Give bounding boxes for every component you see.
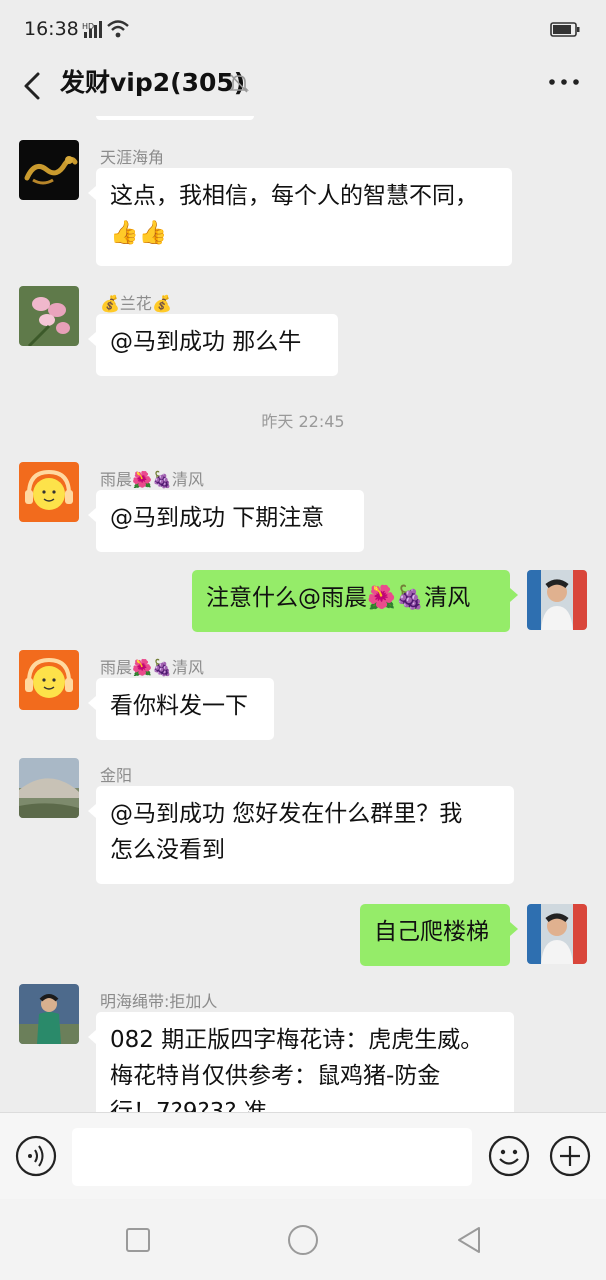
message-text: 这点，我相信，每个人的智慧不同， [110,183,478,209]
money-bag-icon: 💰 [151,294,172,313]
message-text: 怎么没看到 [110,837,225,863]
sender-name: 💰兰花💰 [100,294,172,313]
avatar[interactable] [19,286,79,346]
svg-text:HD: HD [82,22,94,31]
sender-name: 天涯海角 [100,148,165,167]
partial-bubble [96,116,254,120]
chat-header: 发财vip2(305) [0,60,606,116]
thumbs-up-icon: 👍👍 [110,219,168,246]
message-text: 注意什么@雨晨 [206,585,367,611]
money-bag-icon: 💰 [100,294,120,313]
more-icon[interactable] [546,70,582,94]
system-nav-bar [0,1199,606,1280]
sender-name: 雨晨🌺🍇清风 [100,658,204,677]
message-bubble[interactable]: @马到成功 您好发在什么群里？我 怎么没看到 [88,786,514,884]
recent-apps-icon[interactable] [125,1227,151,1253]
voice-icon[interactable] [15,1135,57,1177]
message-text: 行！7?9?3? 准 [110,1099,267,1112]
flower-grape-icon: 🌺🍇 [132,658,172,677]
message-bubble[interactable]: @马到成功 下期注意 [88,490,364,552]
message-bubble[interactable]: 看你料发一下 [88,678,274,740]
input-bar [0,1112,606,1199]
battery-icon [550,22,580,37]
back-nav-icon[interactable] [455,1225,483,1255]
flower-grape-icon: 🌺🍇 [132,470,172,489]
wifi-icon [107,20,129,38]
avatar[interactable] [19,650,79,710]
message-timestamp: 昨天 22:45 [261,412,345,431]
sender-name: 明海绳带:拒加人 [100,992,218,1011]
status-time: 16:38 [24,18,79,40]
message-bubble[interactable]: @马到成功 那么牛 [88,314,338,376]
flower-grape-icon: 🌺🍇 [367,585,425,611]
avatar[interactable] [19,140,79,200]
message-bubble-self[interactable]: 自己爬楼梯 [360,904,518,966]
message-bubble[interactable]: 082 期正版四字梅花诗：虎虎生威。 梅花特肖仅供参考：鼠鸡猪-防金 行！7?9… [88,1012,514,1112]
sender-name: 金阳 [100,766,133,785]
status-bar: 16:38 HD [0,0,606,60]
signal-icon: HD [82,21,102,38]
message-input[interactable] [72,1128,472,1186]
message-bubble[interactable]: 这点，我相信，每个人的智慧不同， 👍👍 [88,168,512,266]
chat-title: 发财vip2(305) [60,68,246,97]
message-text: @马到成功 您好发在什么群里？我 [110,801,463,827]
plus-icon[interactable] [549,1135,591,1177]
chat-message-list[interactable]: 天涯海角 这点，我相信，每个人的智慧不同， 👍👍 💰兰花💰 @马到成功 那么牛 … [0,116,606,1112]
message-text: 梅花特肖仅供参考：鼠鸡猪-防金 [110,1063,441,1089]
avatar[interactable] [19,758,79,818]
mute-bell-icon [229,74,249,93]
message-text: 看你料发一下 [110,693,248,719]
message-text: @马到成功 那么牛 [110,329,302,355]
avatar[interactable] [527,904,587,964]
message-text: 082 期正版四字梅花诗：虎虎生威。 [110,1027,484,1053]
emoji-icon[interactable] [488,1135,530,1177]
back-icon[interactable] [18,66,48,106]
message-bubble-self[interactable]: 注意什么@雨晨🌺🍇清风 [192,570,518,632]
message-text: @马到成功 下期注意 [110,505,325,531]
avatar[interactable] [527,570,587,630]
home-icon[interactable] [287,1224,319,1256]
avatar[interactable] [19,984,79,1044]
sender-name: 雨晨🌺🍇清风 [100,470,204,489]
avatar[interactable] [19,462,79,522]
message-text: 自己爬楼梯 [374,919,489,945]
